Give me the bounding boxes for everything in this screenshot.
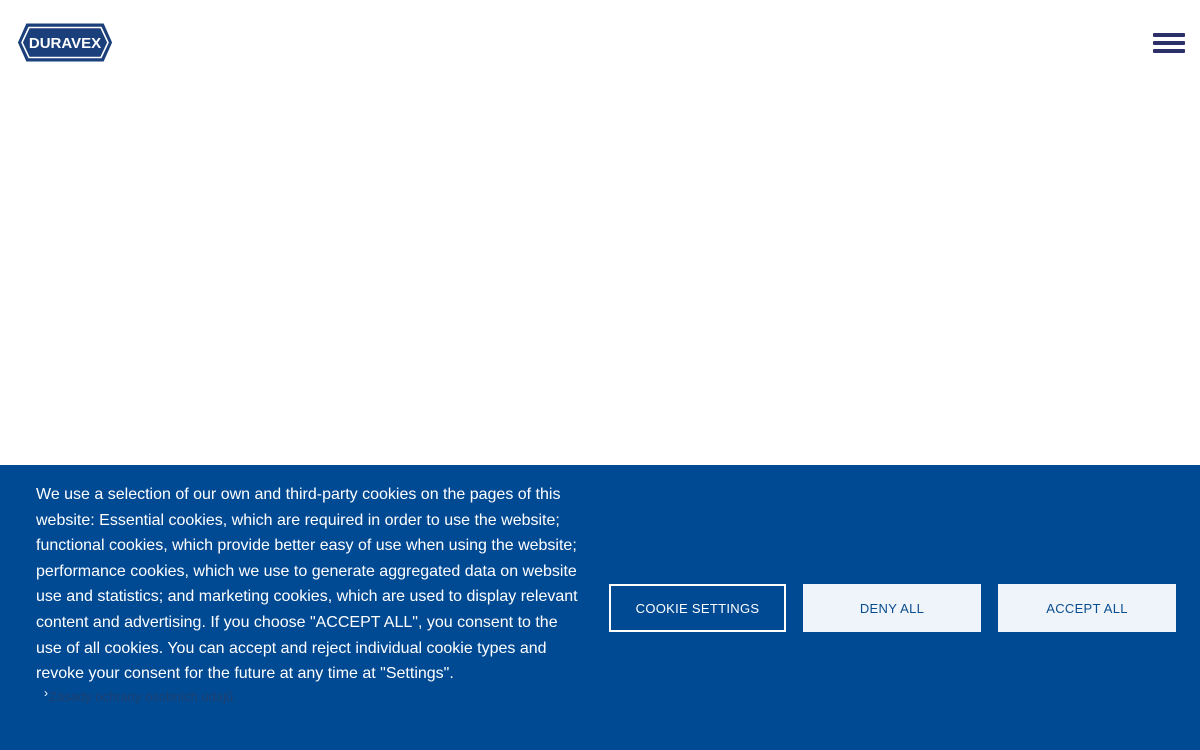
accept-all-button[interactable]: ACCEPT ALL	[998, 584, 1176, 632]
hamburger-menu-icon[interactable]	[1150, 30, 1188, 58]
logo-text: DURAVEX	[29, 35, 101, 52]
deny-all-button[interactable]: DENY ALL	[803, 584, 981, 632]
duravex-logo[interactable]: DURAVEX	[17, 23, 113, 62]
cookie-settings-button[interactable]: COOKIE SETTINGS	[609, 584, 786, 632]
site-header: DURAVEX	[0, 0, 1200, 90]
privacy-policy-link[interactable]: › Zásady ochrany osobních údajů	[44, 685, 234, 705]
privacy-policy-label: Zásady ochrany osobních údajů	[49, 689, 234, 704]
cookie-consent-text: We use a selection of our own and third-…	[36, 486, 578, 683]
menu-bar-top	[1153, 33, 1185, 37]
menu-bar-middle	[1153, 41, 1185, 45]
chevron-right-icon: ›	[44, 685, 48, 700]
menu-bar-bottom	[1153, 49, 1185, 53]
cookie-banner: We use a selection of our own and third-…	[0, 465, 1200, 750]
